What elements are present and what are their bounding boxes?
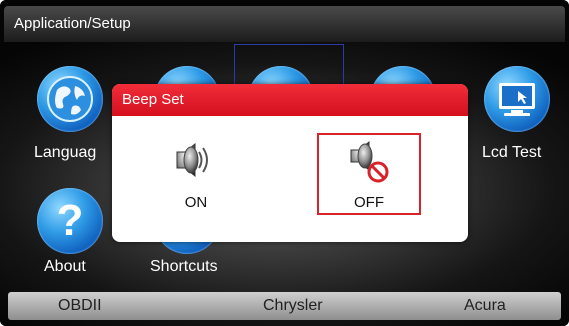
speaker-on-icon	[176, 142, 208, 178]
title-bar: Application/Setup	[4, 6, 565, 42]
tab-obdii[interactable]: OBDII	[58, 297, 102, 315]
app-label-lcd-test: Lcd Test	[482, 144, 542, 161]
app-label-about: About	[44, 258, 86, 275]
about-app-icon[interactable]: ?	[37, 188, 103, 254]
speaker-off-icon	[350, 140, 389, 183]
beep-on-label: ON	[184, 194, 208, 211]
page-title: Application/Setup	[14, 15, 131, 32]
globe-icon	[47, 76, 93, 122]
dialog-header: Beep Set	[112, 84, 468, 116]
device-frame: Application/Setup Languag Lcd Test ? Abo…	[0, 0, 569, 326]
tab-chrysler[interactable]: Chrysler	[263, 297, 323, 315]
beep-set-dialog: Beep Set ON OFF	[112, 84, 468, 242]
monitor-icon	[499, 83, 535, 116]
app-label-shortcuts: Shortcuts	[150, 258, 218, 275]
screen: Application/Setup Languag Lcd Test ? Abo…	[0, 0, 569, 326]
beep-off-label: OFF	[354, 194, 384, 211]
lcd-test-app-icon[interactable]	[484, 66, 550, 132]
tab-acura[interactable]: Acura	[464, 297, 506, 315]
bottom-tab-bar: OBDII Chrysler Acura	[8, 292, 561, 320]
question-icon: ?	[56, 196, 84, 245]
dialog-title: Beep Set	[122, 91, 184, 108]
app-label-language: Languag	[34, 144, 97, 161]
language-app-icon[interactable]	[37, 66, 103, 132]
beep-off-option[interactable]: OFF	[329, 138, 409, 218]
beep-on-option[interactable]: ON	[156, 138, 236, 218]
